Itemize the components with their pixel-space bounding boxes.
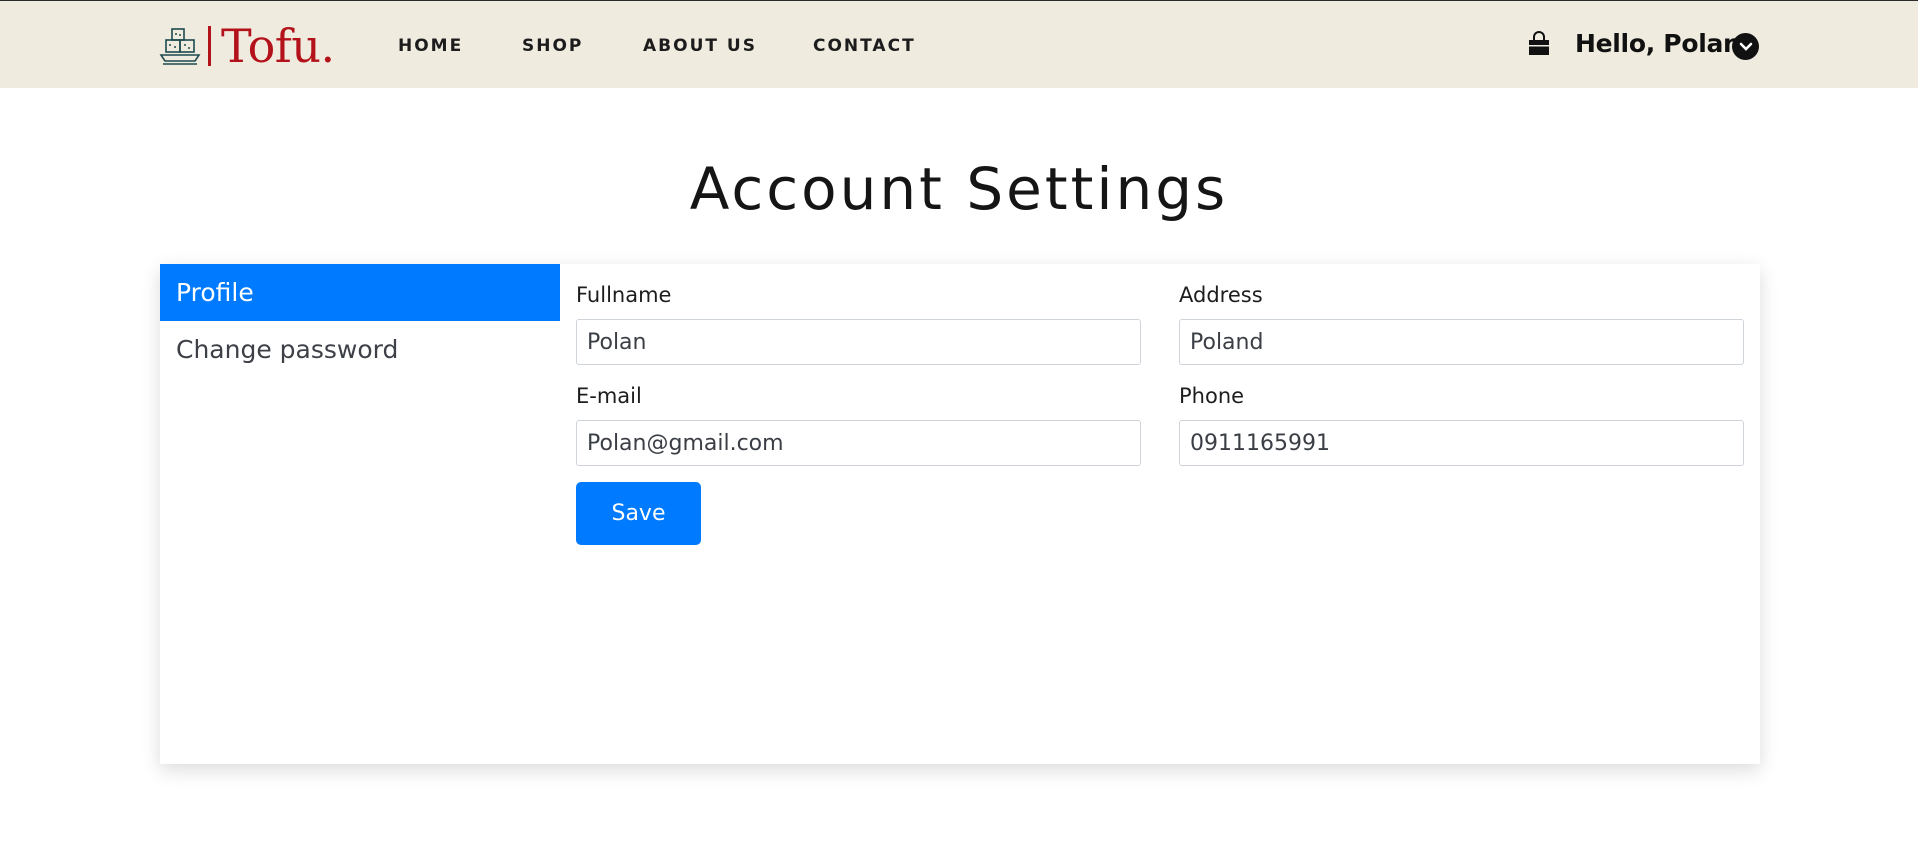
nav-contact[interactable]: CONTACT — [813, 36, 916, 56]
save-button[interactable]: Save — [576, 482, 701, 545]
brand-logo[interactable]: Tofu. — [158, 23, 335, 69]
shopping-bag-icon[interactable] — [1526, 31, 1552, 57]
phone-field[interactable] — [1179, 420, 1744, 466]
top-navbar: Tofu. HOME SHOP ABOUT US CONTACT Hello, … — [0, 0, 1918, 88]
user-greeting[interactable]: Hello, Polan — [1575, 29, 1741, 58]
address-label: Address — [1179, 283, 1263, 307]
settings-card: Profile Change password Fullname Address… — [160, 264, 1760, 764]
page-title: Account Settings — [689, 155, 1229, 223]
chevron-down-icon[interactable] — [1732, 33, 1759, 60]
email-field[interactable] — [576, 420, 1141, 466]
settings-sidebar: Profile Change password — [160, 264, 560, 378]
fullname-label: Fullname — [576, 283, 672, 307]
nav-shop[interactable]: SHOP — [522, 36, 583, 56]
tofu-logo-icon — [159, 28, 201, 65]
phone-label: Phone — [1179, 384, 1245, 408]
address-field[interactable] — [1179, 319, 1744, 365]
fullname-field[interactable] — [576, 319, 1141, 365]
email-label: E-mail — [576, 384, 642, 408]
sidebar-item-profile[interactable]: Profile — [160, 264, 560, 321]
nav-about-us[interactable]: ABOUT US — [643, 36, 757, 56]
sidebar-item-change-password[interactable]: Change password — [160, 321, 560, 378]
brand-name: Tofu. — [221, 19, 335, 73]
nav-home[interactable]: HOME — [398, 36, 463, 56]
logo-divider — [208, 26, 211, 66]
